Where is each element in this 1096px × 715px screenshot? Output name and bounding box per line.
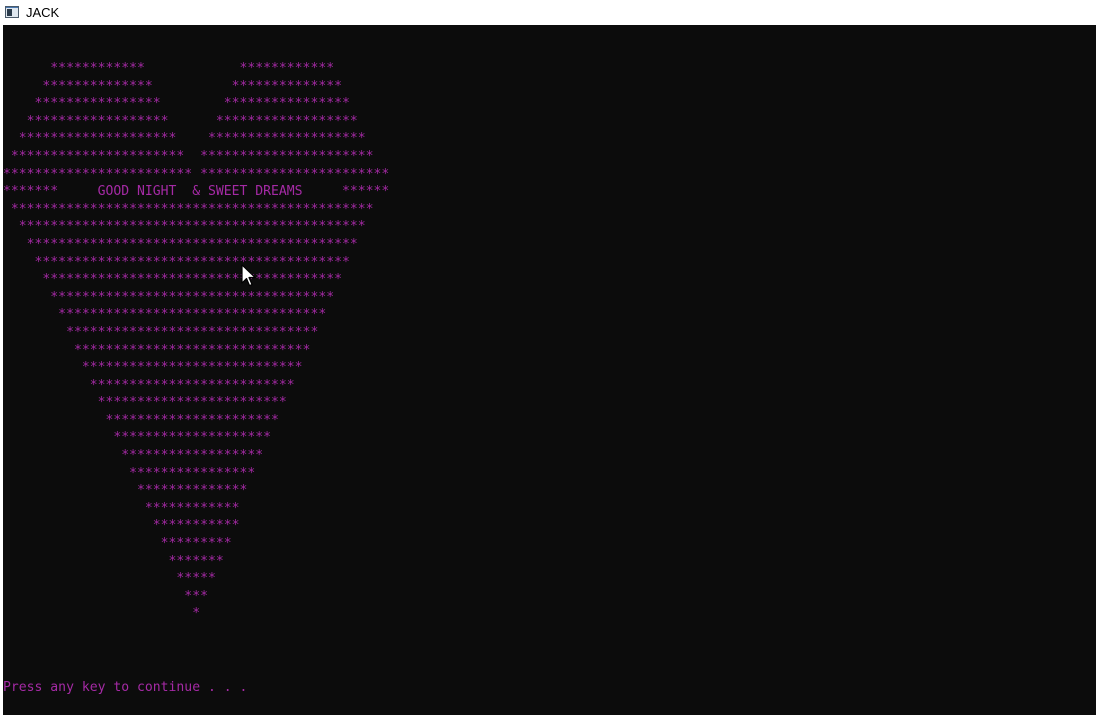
heart-line: ******* GOOD NIGHT & SWEET DREAMS ****** <box>3 184 390 200</box>
heart-line: ******* <box>3 553 224 569</box>
heart-line: ****************************** <box>3 342 311 358</box>
heart-line: ************** <box>3 483 248 499</box>
heart-line: ************************ ***************… <box>3 166 390 182</box>
heart-line: ******************** *******************… <box>3 131 366 147</box>
console-output-area[interactable]: ************ ************ **************… <box>3 25 1096 715</box>
heart-line: ************** ************** <box>3 78 342 94</box>
heart-line: **************************************** <box>3 254 350 270</box>
heart-line: ************************** <box>3 377 295 393</box>
heart-line: ********* <box>3 536 232 552</box>
heart-line: *********** <box>3 518 240 534</box>
heart-line: ****************** <box>3 448 264 464</box>
heart-line: ********************** *****************… <box>3 148 374 164</box>
heart-line: ******************** <box>3 430 272 446</box>
title-bar[interactable]: JACK <box>0 0 1096 25</box>
heart-line: ******************************** <box>3 324 319 340</box>
heart-line: ****************************************… <box>3 219 366 235</box>
console-window-icon[interactable] <box>5 6 19 18</box>
heart-line: ***** <box>3 571 216 587</box>
heart-line: ****************************************… <box>3 201 374 217</box>
heart-line: ********************** <box>3 412 279 428</box>
heart-line: ****************** ****************** <box>3 113 358 129</box>
heart-line: **************************** <box>3 360 303 376</box>
heart-line: *** <box>3 588 208 604</box>
heart-line: ************ <box>3 500 240 516</box>
window-title: JACK <box>26 5 60 20</box>
press-any-key-prompt: Press any key to continue . . . <box>3 680 248 695</box>
heart-line: ****************************************… <box>3 236 358 252</box>
heart-line: * <box>3 606 201 622</box>
mouse-pointer-icon <box>241 264 256 287</box>
heart-line: **************** **************** <box>3 96 350 112</box>
heart-ascii-art: ************ ************ **************… <box>3 60 389 623</box>
heart-line: ************ ************ <box>3 61 335 76</box>
heart-line: ********************************** <box>3 307 327 323</box>
heart-line: ************************************** <box>3 272 342 288</box>
heart-line: ************************************ <box>3 289 335 305</box>
heart-line: **************** <box>3 465 256 481</box>
console-window: JACK ************ ************ *********… <box>0 0 1096 715</box>
heart-line: ************************ <box>3 395 287 411</box>
